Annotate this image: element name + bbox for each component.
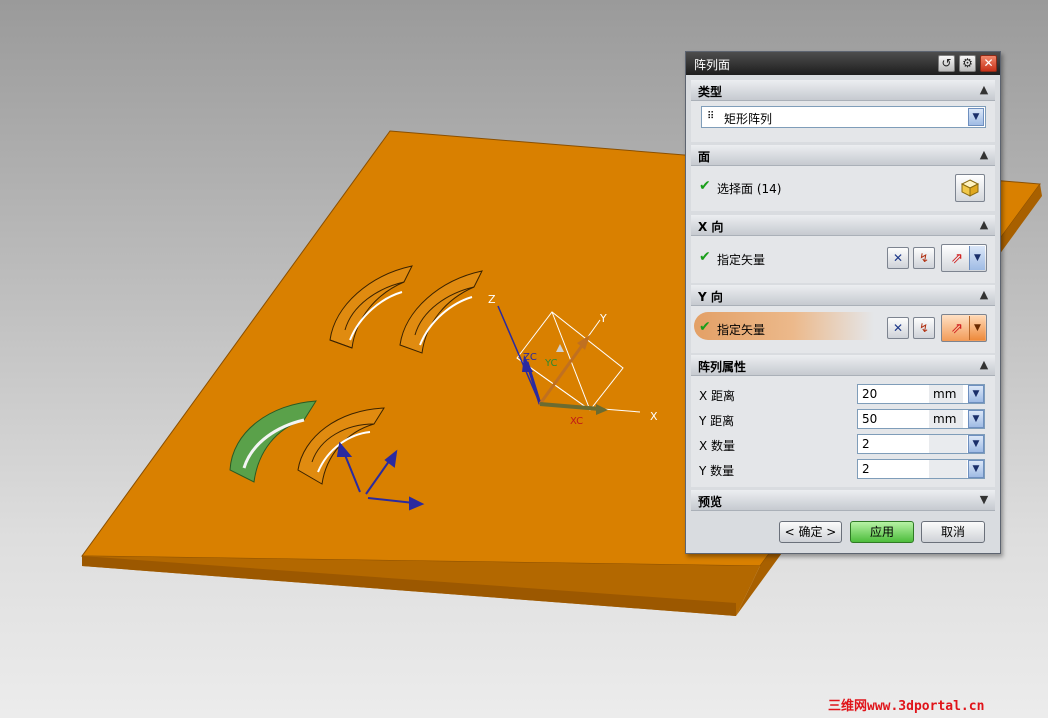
check-icon: ✔ [699, 178, 711, 194]
dropdown-arrow-icon[interactable]: ▼ [968, 410, 984, 428]
rect-array-icon: ⠿ [707, 111, 715, 122]
dropdown-arrow-icon[interactable]: ▼ [969, 316, 985, 340]
x-vector-type-button[interactable]: ⇗ ▼ [941, 244, 987, 272]
x-specify-vector-label[interactable]: 指定矢量 [717, 251, 765, 268]
select-face-cube-icon[interactable] [955, 174, 985, 202]
section-y-dir-body: ✔ 指定矢量 ✕ ↯ ⇗ ▼ [691, 306, 995, 353]
vector-dialog-icon[interactable]: ↯ [913, 317, 935, 339]
axis-label-zc: ZC [523, 352, 537, 363]
dropdown-arrow-icon[interactable]: ▼ [968, 385, 984, 403]
x-count-value[interactable]: 2 [862, 437, 870, 451]
vector-type-icon: ⇗ [950, 249, 964, 267]
collapse-chevron-icon[interactable]: ▲ [976, 357, 992, 373]
dropdown-arrow-icon[interactable]: ▼ [968, 108, 984, 126]
section-preview-header[interactable]: 预览 ▼ [691, 490, 995, 511]
y-distance-unit: mm [929, 410, 963, 428]
dropdown-arrow-icon[interactable]: ▼ [968, 435, 984, 453]
check-icon: ✔ [699, 249, 711, 265]
section-face-body: ✔ 选择面 (14) [691, 166, 995, 211]
section-props-header[interactable]: 阵列属性 ▲ [691, 355, 995, 376]
section-face-label: 面 [698, 150, 711, 164]
vector-dialog-icon[interactable]: ↯ [913, 247, 935, 269]
reverse-direction-icon[interactable]: ✕ [887, 317, 909, 339]
reset-icon[interactable]: ↺ [938, 55, 955, 72]
section-props-label: 阵列属性 [698, 360, 747, 374]
section-preview-label: 预览 [698, 495, 723, 509]
collapse-chevron-icon[interactable]: ▲ [976, 147, 992, 163]
section-x-dir-header[interactable]: X 向 ▲ [691, 215, 995, 236]
axis-label-x: X [650, 410, 658, 423]
expand-chevron-icon[interactable]: ▼ [976, 492, 992, 508]
x-distance-field[interactable]: 20 mm ▼ [857, 384, 985, 404]
x-distance-value[interactable]: 20 [862, 387, 877, 401]
apply-button[interactable]: 应用 [850, 521, 914, 543]
section-type-body: ⠿ 矩形阵列 ▼ [691, 101, 995, 142]
dialog-titlebar[interactable]: 阵列面 ↺ ⚙ ✕ [686, 52, 1000, 75]
dropdown-arrow-icon[interactable]: ▼ [969, 246, 985, 270]
axis-label-yc: YC [544, 358, 558, 369]
dropdown-arrow-icon[interactable]: ▼ [968, 460, 984, 478]
y-distance-field[interactable]: 50 mm ▼ [857, 409, 985, 429]
section-y-dir-header[interactable]: Y 向 ▲ [691, 285, 995, 306]
axis-label-xc: XC [570, 416, 583, 427]
gear-icon[interactable]: ⚙ [959, 55, 976, 72]
select-face-label[interactable]: 选择面 (14) [717, 180, 781, 197]
collapse-chevron-icon[interactable]: ▲ [976, 82, 992, 98]
y-vector-type-button[interactable]: ⇗ ▼ [941, 314, 987, 342]
section-x-dir-label: X 向 [698, 220, 724, 234]
y-distance-label: Y 距离 [699, 414, 735, 428]
collapse-chevron-icon[interactable]: ▲ [976, 217, 992, 233]
section-type-label: 类型 [698, 85, 723, 99]
cancel-button[interactable]: 取消 [921, 521, 985, 543]
x-count-label: X 数量 [699, 439, 736, 453]
type-combo[interactable]: ⠿ 矩形阵列 ▼ [701, 106, 986, 128]
x-distance-unit: mm [929, 385, 963, 403]
axis-label-y: Y [599, 312, 607, 325]
axis-label-z: Z [488, 293, 496, 306]
y-count-field[interactable]: 2 ▼ [857, 459, 985, 479]
field-shade [929, 460, 967, 478]
y-count-value[interactable]: 2 [862, 462, 870, 476]
reverse-direction-icon[interactable]: ✕ [887, 247, 909, 269]
collapse-chevron-icon[interactable]: ▲ [976, 287, 992, 303]
check-icon: ✔ [699, 319, 711, 335]
ok-button[interactable]: < 确定 > [779, 521, 842, 543]
x-distance-label: X 距离 [699, 389, 736, 403]
x-count-field[interactable]: 2 ▼ [857, 434, 985, 454]
type-combo-value: 矩形阵列 [724, 112, 773, 126]
pattern-face-dialog: 阵列面 ↺ ⚙ ✕ 类型 ▲ ⠿ 矩形阵列 ▼ 面 ▲ ✔ 选择面 (14) X… [685, 51, 1001, 554]
dialog-title: 阵列面 [694, 58, 731, 72]
section-props-body: X 距离 20 mm ▼ Y 距离 50 mm ▼ X 数量 2 ▼ Y 数量 … [691, 376, 995, 487]
close-icon[interactable]: ✕ [980, 55, 997, 72]
y-count-label: Y 数量 [699, 464, 735, 478]
field-shade [929, 435, 967, 453]
y-specify-vector-label[interactable]: 指定矢量 [717, 321, 765, 338]
section-x-dir-body: ✔ 指定矢量 ✕ ↯ ⇗ ▼ [691, 236, 995, 283]
watermark: 三维网www.3dportal.cn [828, 699, 985, 714]
section-face-header[interactable]: 面 ▲ [691, 145, 995, 166]
vector-type-icon: ⇗ [950, 319, 964, 337]
section-y-dir-label: Y 向 [698, 290, 723, 304]
y-distance-value[interactable]: 50 [862, 412, 877, 426]
section-type-header[interactable]: 类型 ▲ [691, 80, 995, 101]
